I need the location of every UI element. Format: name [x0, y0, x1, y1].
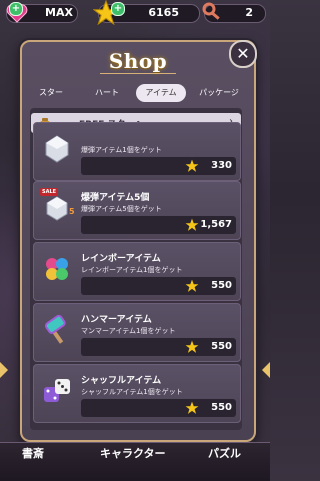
add-stars-button[interactable]: +	[111, 2, 125, 16]
tab-stars[interactable]: スター	[24, 84, 78, 102]
shop-item-card[interactable]: ハンマーアイテム マンマーアイテム1個をゲット 550	[33, 303, 241, 362]
lives-counter[interactable]: + MAX	[6, 2, 78, 23]
title-area: Shop	[22, 42, 254, 84]
star-icon	[185, 401, 199, 414]
item-name: レインボーアイテム	[81, 254, 161, 264]
item-price: 550	[211, 402, 232, 413]
stars-counter[interactable]: + 6165	[93, 0, 200, 26]
title-divider	[100, 73, 176, 74]
hammer-icon	[44, 314, 66, 344]
add-lives-button[interactable]: +	[9, 2, 23, 16]
nav-puzzle[interactable]: パズル	[208, 445, 241, 461]
item-list[interactable]: FREE スターへ › 爆弾アイテム1個をゲット 330 SALE 5 爆弾アイ…	[30, 108, 242, 430]
tab-items[interactable]: アイテム	[136, 84, 186, 102]
key-icon	[202, 2, 220, 20]
status-bar: + MAX + 6165 2	[0, 0, 270, 26]
star-icon	[185, 340, 199, 353]
item-description: レインボーアイテム1個をゲット	[81, 266, 183, 274]
shop-item-card[interactable]: シャッフルアイテム シャッフルアイテム1個をゲット 550	[33, 364, 241, 423]
item-name: ハンマーアイテム	[81, 315, 152, 325]
item-price: 1,567	[200, 219, 232, 230]
shop-item-card[interactable]: SALE 5 爆弾アイテム5個 爆弾アイテム5個をゲット 1,567	[33, 181, 241, 240]
star-icon	[185, 159, 199, 172]
close-button[interactable]: ✕	[229, 40, 257, 68]
buy-button[interactable]: 550	[81, 399, 236, 417]
tab-packages[interactable]: パッケージ	[192, 84, 246, 102]
bottom-navigation: 書斎 キャラクター パズル	[0, 442, 270, 481]
dice-icon	[44, 379, 70, 402]
keys-value: 2	[245, 6, 253, 19]
item-description: シャッフルアイテム1個をゲット	[81, 388, 183, 396]
nav-character[interactable]: キャラクター	[100, 445, 166, 461]
item-description: 爆弾アイテム1個をゲット	[81, 146, 162, 154]
buy-button[interactable]: 330	[81, 157, 236, 175]
stars-value: 6165	[148, 6, 179, 19]
item-name: シャッフルアイテム	[81, 376, 162, 386]
shop-item-card[interactable]: レインボーアイテム レインボーアイテム1個をゲット 550	[33, 242, 241, 301]
buy-button[interactable]: 550	[81, 277, 236, 295]
item-description: 爆弾アイテム5個をゲット	[81, 205, 162, 213]
bomb-icon	[45, 135, 69, 163]
chevron-right-icon[interactable]	[262, 362, 270, 378]
star-icon	[185, 279, 199, 292]
rainbow-clover-icon	[46, 258, 68, 280]
item-name: 爆弾アイテム5個	[81, 193, 150, 203]
item-price: 550	[211, 280, 232, 291]
lives-value: MAX	[45, 6, 73, 19]
chevron-left-icon[interactable]	[0, 362, 8, 378]
tab-hearts[interactable]: ハート	[78, 84, 136, 102]
item-description: マンマーアイテム1個をゲット	[81, 327, 176, 335]
page-title: Shop	[108, 49, 168, 73]
item-quantity: 5	[69, 207, 75, 216]
shop-item-card[interactable]: 爆弾アイテム1個をゲット 330	[33, 122, 241, 181]
buy-button[interactable]: 550	[81, 338, 236, 356]
nav-study[interactable]: 書斎	[22, 445, 44, 461]
buy-button[interactable]: 1,567	[81, 216, 236, 234]
shop-tabs: スター ハート アイテム パッケージ	[24, 84, 248, 104]
item-price: 330	[211, 160, 232, 171]
keys-counter[interactable]: 2	[202, 2, 266, 23]
star-icon	[185, 218, 199, 231]
item-price: 550	[211, 341, 232, 352]
